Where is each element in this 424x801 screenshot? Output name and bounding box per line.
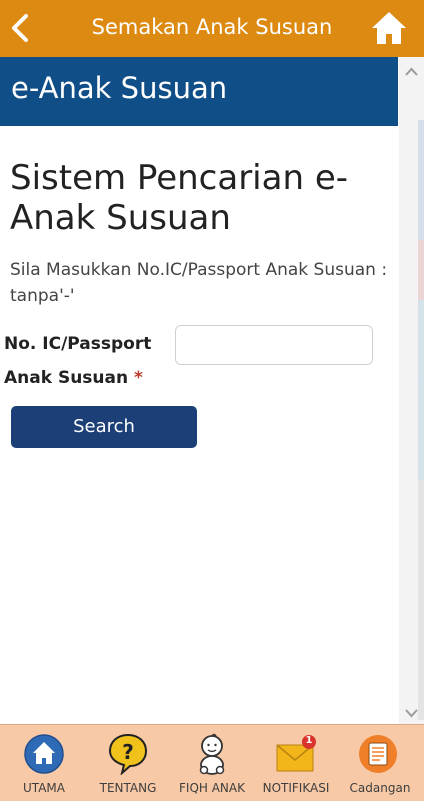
scroll-up-icon[interactable] [403,65,420,79]
home-icon [24,734,64,774]
suggestion-icon [359,735,397,773]
ic-passport-input[interactable] [175,325,373,365]
nav-item-cadangan[interactable]: Cadangan [340,725,420,801]
nav-item-utama[interactable]: UTAMA [4,725,84,801]
nav-label-fiqh-anak: FIQH ANAK [179,781,245,795]
background-page-edge [418,120,424,720]
instruction-text: Sila Masukkan No.IC/Passport Anak Susuan… [10,260,388,306]
svg-text:?: ? [122,740,134,764]
ic-passport-label: No. IC/Passport Anak Susuan * [4,327,164,395]
header-band: e-Anak Susuan [0,57,398,126]
ic-passport-label-text: No. IC/Passport Anak Susuan [4,334,152,388]
app-bar-title: Semakan Anak Susuan [91,15,333,39]
nav-label-notifikasi: NOTIFIKASI [262,781,330,795]
nav-label-cadangan: Cadangan [349,781,411,795]
search-button[interactable]: Search [11,406,197,448]
nav-item-fiqh-anak[interactable]: FIQH ANAK [172,725,252,801]
nav-label-tentang: TENTANG [99,781,157,795]
required-mark: * [134,368,143,388]
notification-badge: 1 [305,735,313,746]
home-icon [372,12,406,44]
page-content: e-Anak Susuan Sistem Pencarian e-Anak Su… [0,57,399,724]
bottom-navigation: UTAMA ? TENTANG FIQH ANAK 1 NOTIFIKASI C… [0,724,424,801]
top-app-bar: Semakan Anak Susuan [0,0,424,57]
baby-icon [199,733,225,775]
system-title: Sistem Pencarian e-Anak Susuan [10,158,349,238]
nav-item-notifikasi[interactable]: 1 NOTIFIKASI [256,725,336,801]
question-icon: ? [108,733,148,775]
nav-label-utama: UTAMA [23,781,65,795]
home-button[interactable] [370,10,408,46]
page-header-title: e-Anak Susuan [11,71,228,105]
nav-item-tentang[interactable]: ? TENTANG [88,725,168,801]
